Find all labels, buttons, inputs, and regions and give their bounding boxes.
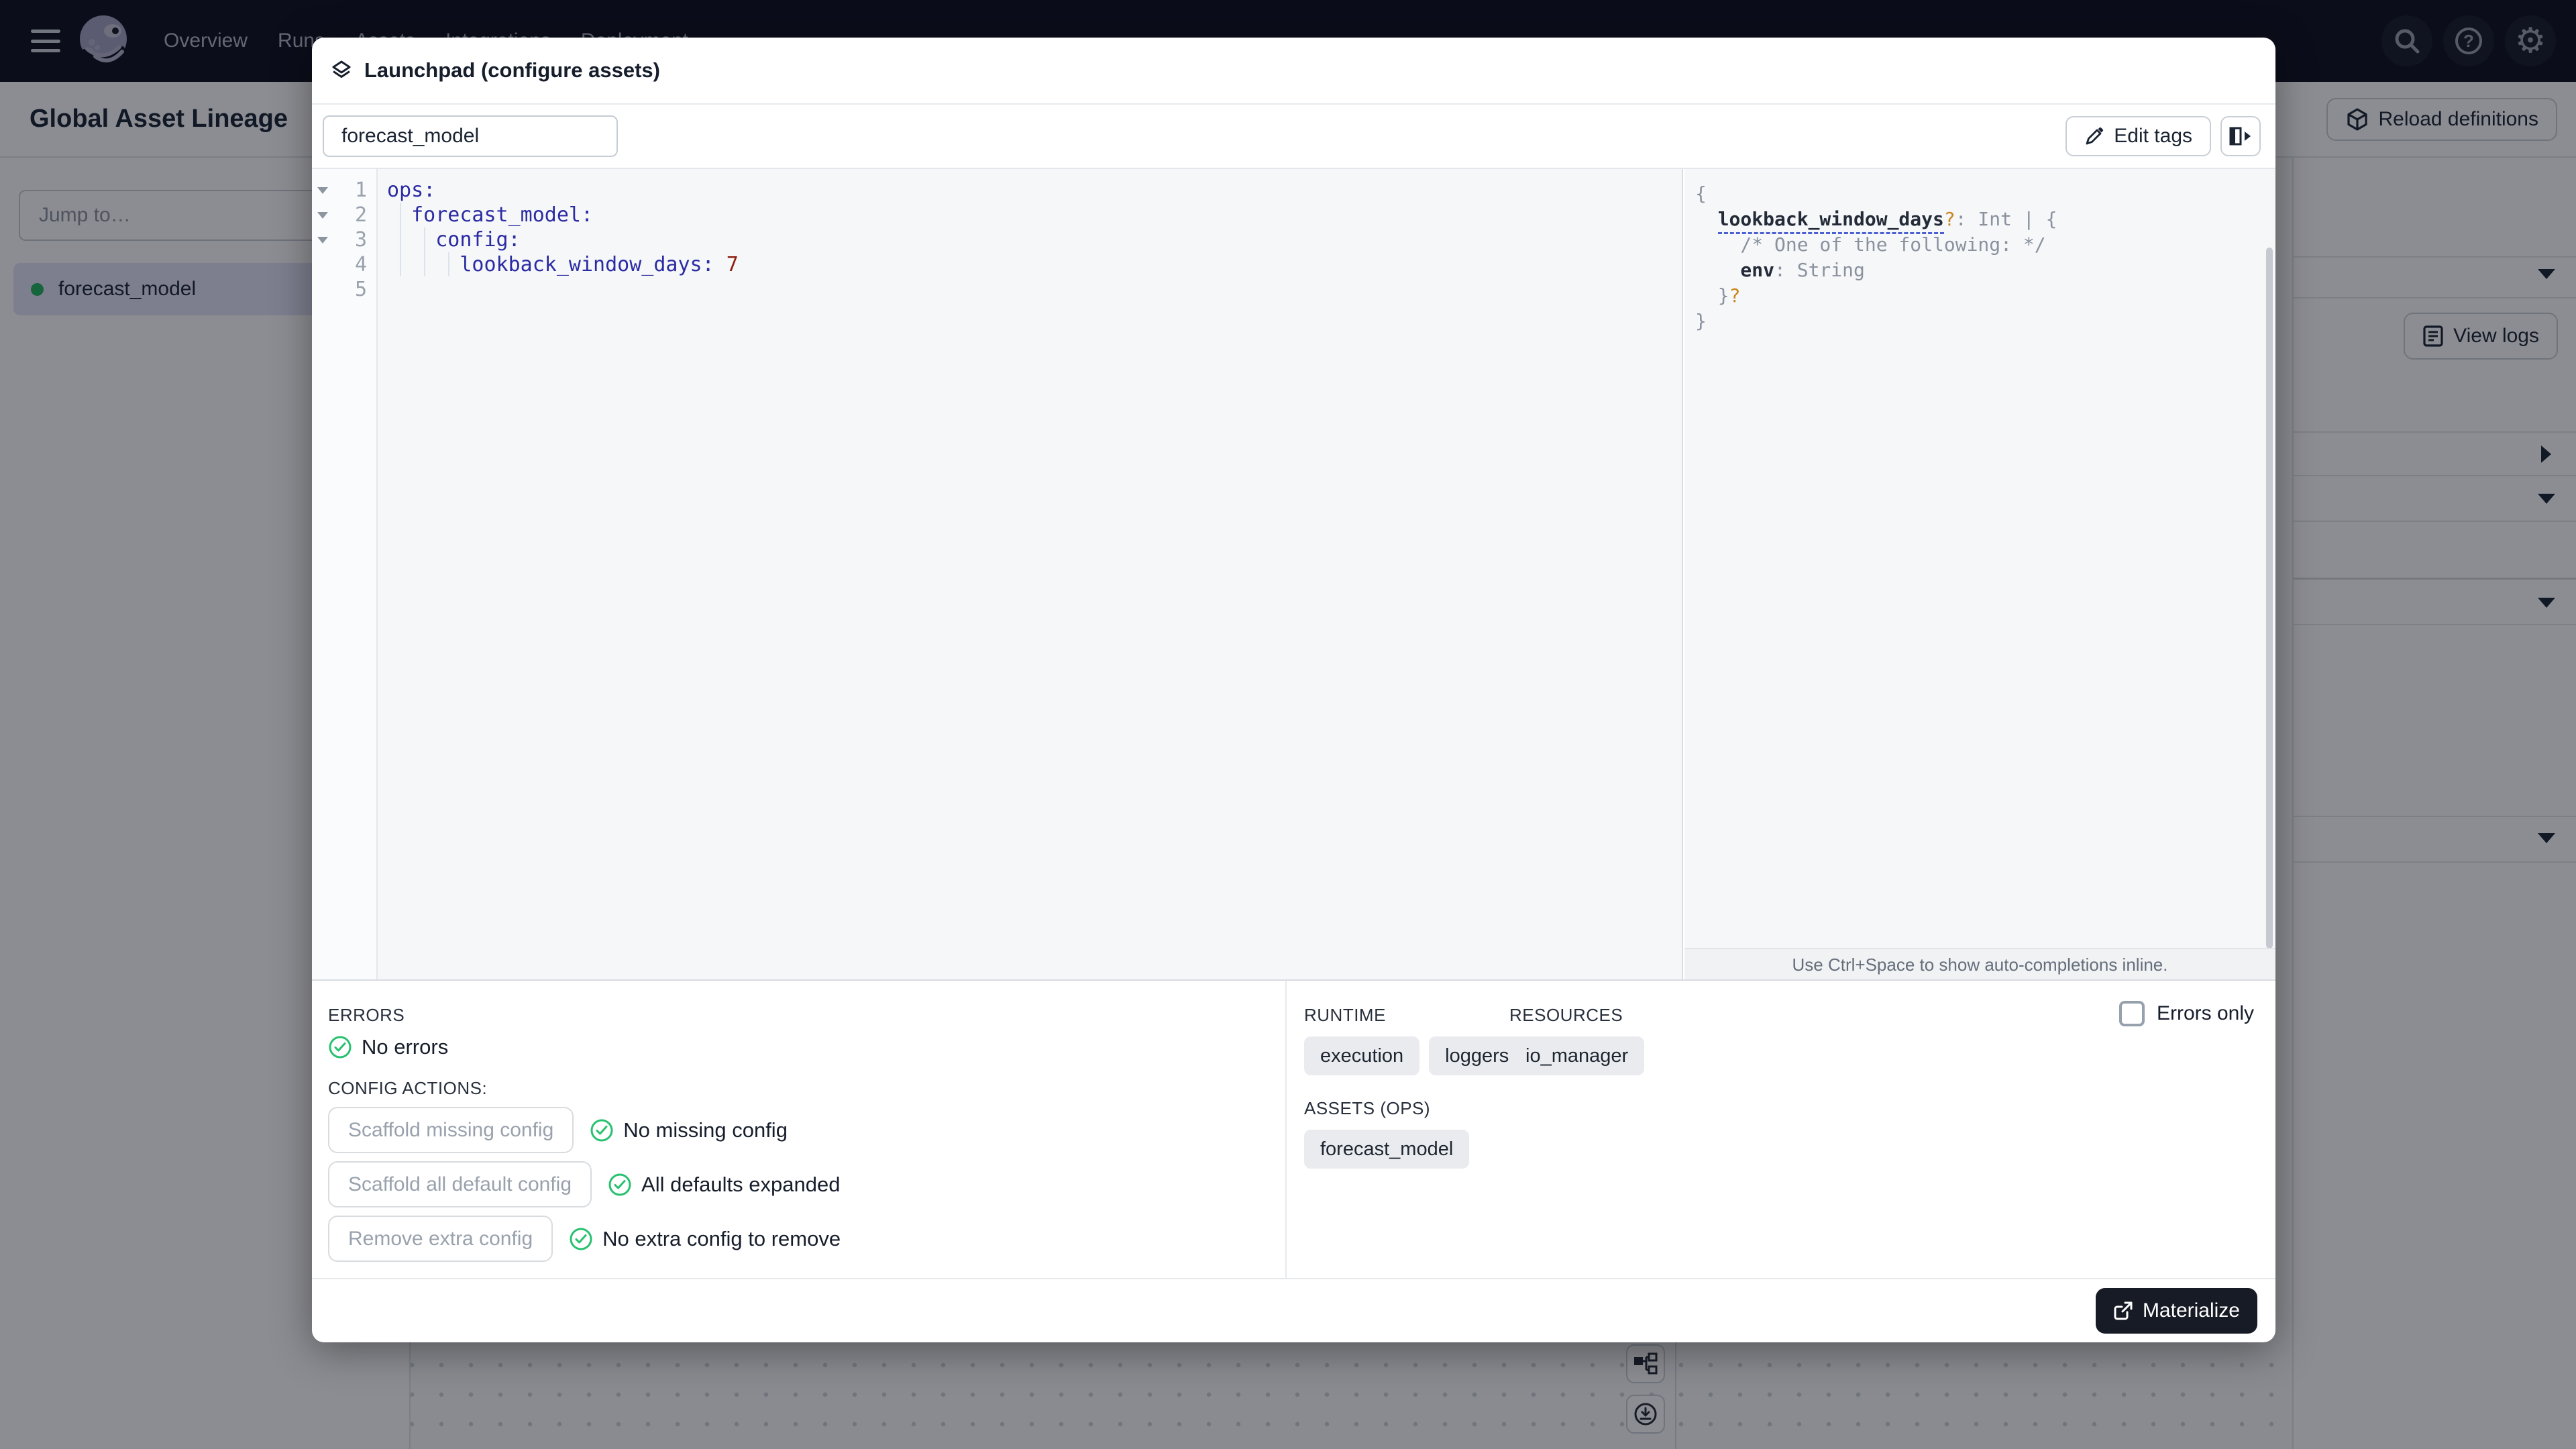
launchpad-title: Launchpad (configure assets)	[364, 58, 660, 82]
asset-op-tag: forecast_model	[1304, 1130, 1470, 1169]
autocomplete-hint: Use Ctrl+Space to show auto-completions …	[1684, 948, 2275, 979]
schema-prop: lookback_window_days	[1717, 208, 1944, 234]
layers-icon	[332, 60, 351, 78]
resource-tag: io_manager	[1509, 1036, 1645, 1075]
schema-comment: /* One of the following: */	[1740, 233, 2046, 256]
schema-line: {	[1695, 182, 1707, 205]
expand-panel-button[interactable]	[2220, 116, 2261, 156]
panel-expand-icon	[2229, 127, 2251, 146]
scaffold-all-default-config-button[interactable]: Scaffold all default config	[328, 1161, 592, 1208]
launchpad-toolbar: forecast_model Edit tags	[312, 105, 2275, 169]
config-action-status: No extra config to remove	[569, 1227, 841, 1251]
runtime-tag: execution	[1304, 1036, 1420, 1075]
fold-icon[interactable]	[317, 211, 328, 219]
code-line: 1 ops:	[312, 178, 1682, 203]
schema-line: env: String	[1740, 259, 1865, 281]
external-link-icon	[2114, 1301, 2133, 1320]
config-actions-label: CONFIG ACTIONS:	[328, 1078, 488, 1098]
errors-only-toggle: Errors only	[2118, 1001, 2254, 1026]
runtime-label: RUNTIME	[1304, 1005, 1386, 1025]
errors-only-label: Errors only	[2156, 1002, 2254, 1024]
scaffold-missing-config-button[interactable]: Scaffold missing config	[328, 1107, 574, 1153]
assets-ops-label: ASSETS (OPS)	[1304, 1098, 1431, 1118]
config-editor-region: 1 ops: 2 forecast_model: 3 config: 4 loo…	[312, 169, 2275, 981]
schema-line: }	[1695, 310, 1707, 332]
code-line: 4 lookback_window_days: 7	[354, 253, 739, 276]
launchpad-dialog: Launchpad (configure assets) forecast_mo…	[312, 38, 2275, 1342]
errors-status: No errors	[328, 1035, 1285, 1059]
code-line: 5	[354, 278, 367, 301]
launchpad-bottom-section: ERRORS No errors CONFIG ACTIONS: Scaffol…	[312, 981, 2275, 1278]
check-circle-icon	[329, 1036, 352, 1059]
fold-icon[interactable]	[317, 186, 328, 194]
check-circle-icon	[570, 1228, 592, 1250]
check-circle-icon	[608, 1173, 631, 1195]
config-action-row: Scaffold all default config All defaults…	[328, 1161, 1285, 1208]
edit-tags-button[interactable]: Edit tags	[2065, 116, 2211, 156]
edit-tags-label: Edit tags	[2114, 125, 2192, 147]
pencil-icon	[2086, 127, 2104, 145]
scrollbar-thumb[interactable]	[2266, 248, 2273, 949]
materialize-label: Materialize	[2142, 1299, 2240, 1322]
resources-label: RESOURCES	[1509, 1005, 1623, 1025]
schema-line: }?	[1717, 284, 1741, 307]
schema-line: lookback_window_days?: Int | {	[1695, 207, 2275, 234]
config-action-status: No missing config	[590, 1118, 788, 1142]
errors-section-label: ERRORS	[328, 1005, 405, 1025]
errors-only-checkbox[interactable]	[2118, 1001, 2145, 1026]
code-line: 3 config:	[312, 227, 1682, 252]
config-action-status: All defaults expanded	[608, 1173, 840, 1197]
session-tab[interactable]: forecast_model	[323, 115, 618, 157]
launchpad-header: Launchpad (configure assets)	[312, 38, 2275, 105]
yaml-number-value: 7	[726, 253, 739, 276]
config-schema-panel: { lookback_window_days?: Int | { /* One …	[1684, 169, 2275, 979]
materialize-button[interactable]: Materialize	[2095, 1288, 2257, 1334]
config-action-row: Remove extra config No extra config to r…	[328, 1216, 1285, 1262]
config-action-row: Scaffold missing config No missing confi…	[328, 1107, 1285, 1153]
launchpad-footer: Materialize	[312, 1278, 2275, 1342]
yaml-editor[interactable]: 1 ops: 2 forecast_model: 3 config: 4 loo…	[312, 169, 1683, 979]
code-line: 2 forecast_model:	[312, 203, 1682, 227]
check-circle-icon	[590, 1119, 613, 1141]
fold-icon[interactable]	[317, 236, 328, 244]
remove-extra-config-button[interactable]: Remove extra config	[328, 1216, 553, 1262]
